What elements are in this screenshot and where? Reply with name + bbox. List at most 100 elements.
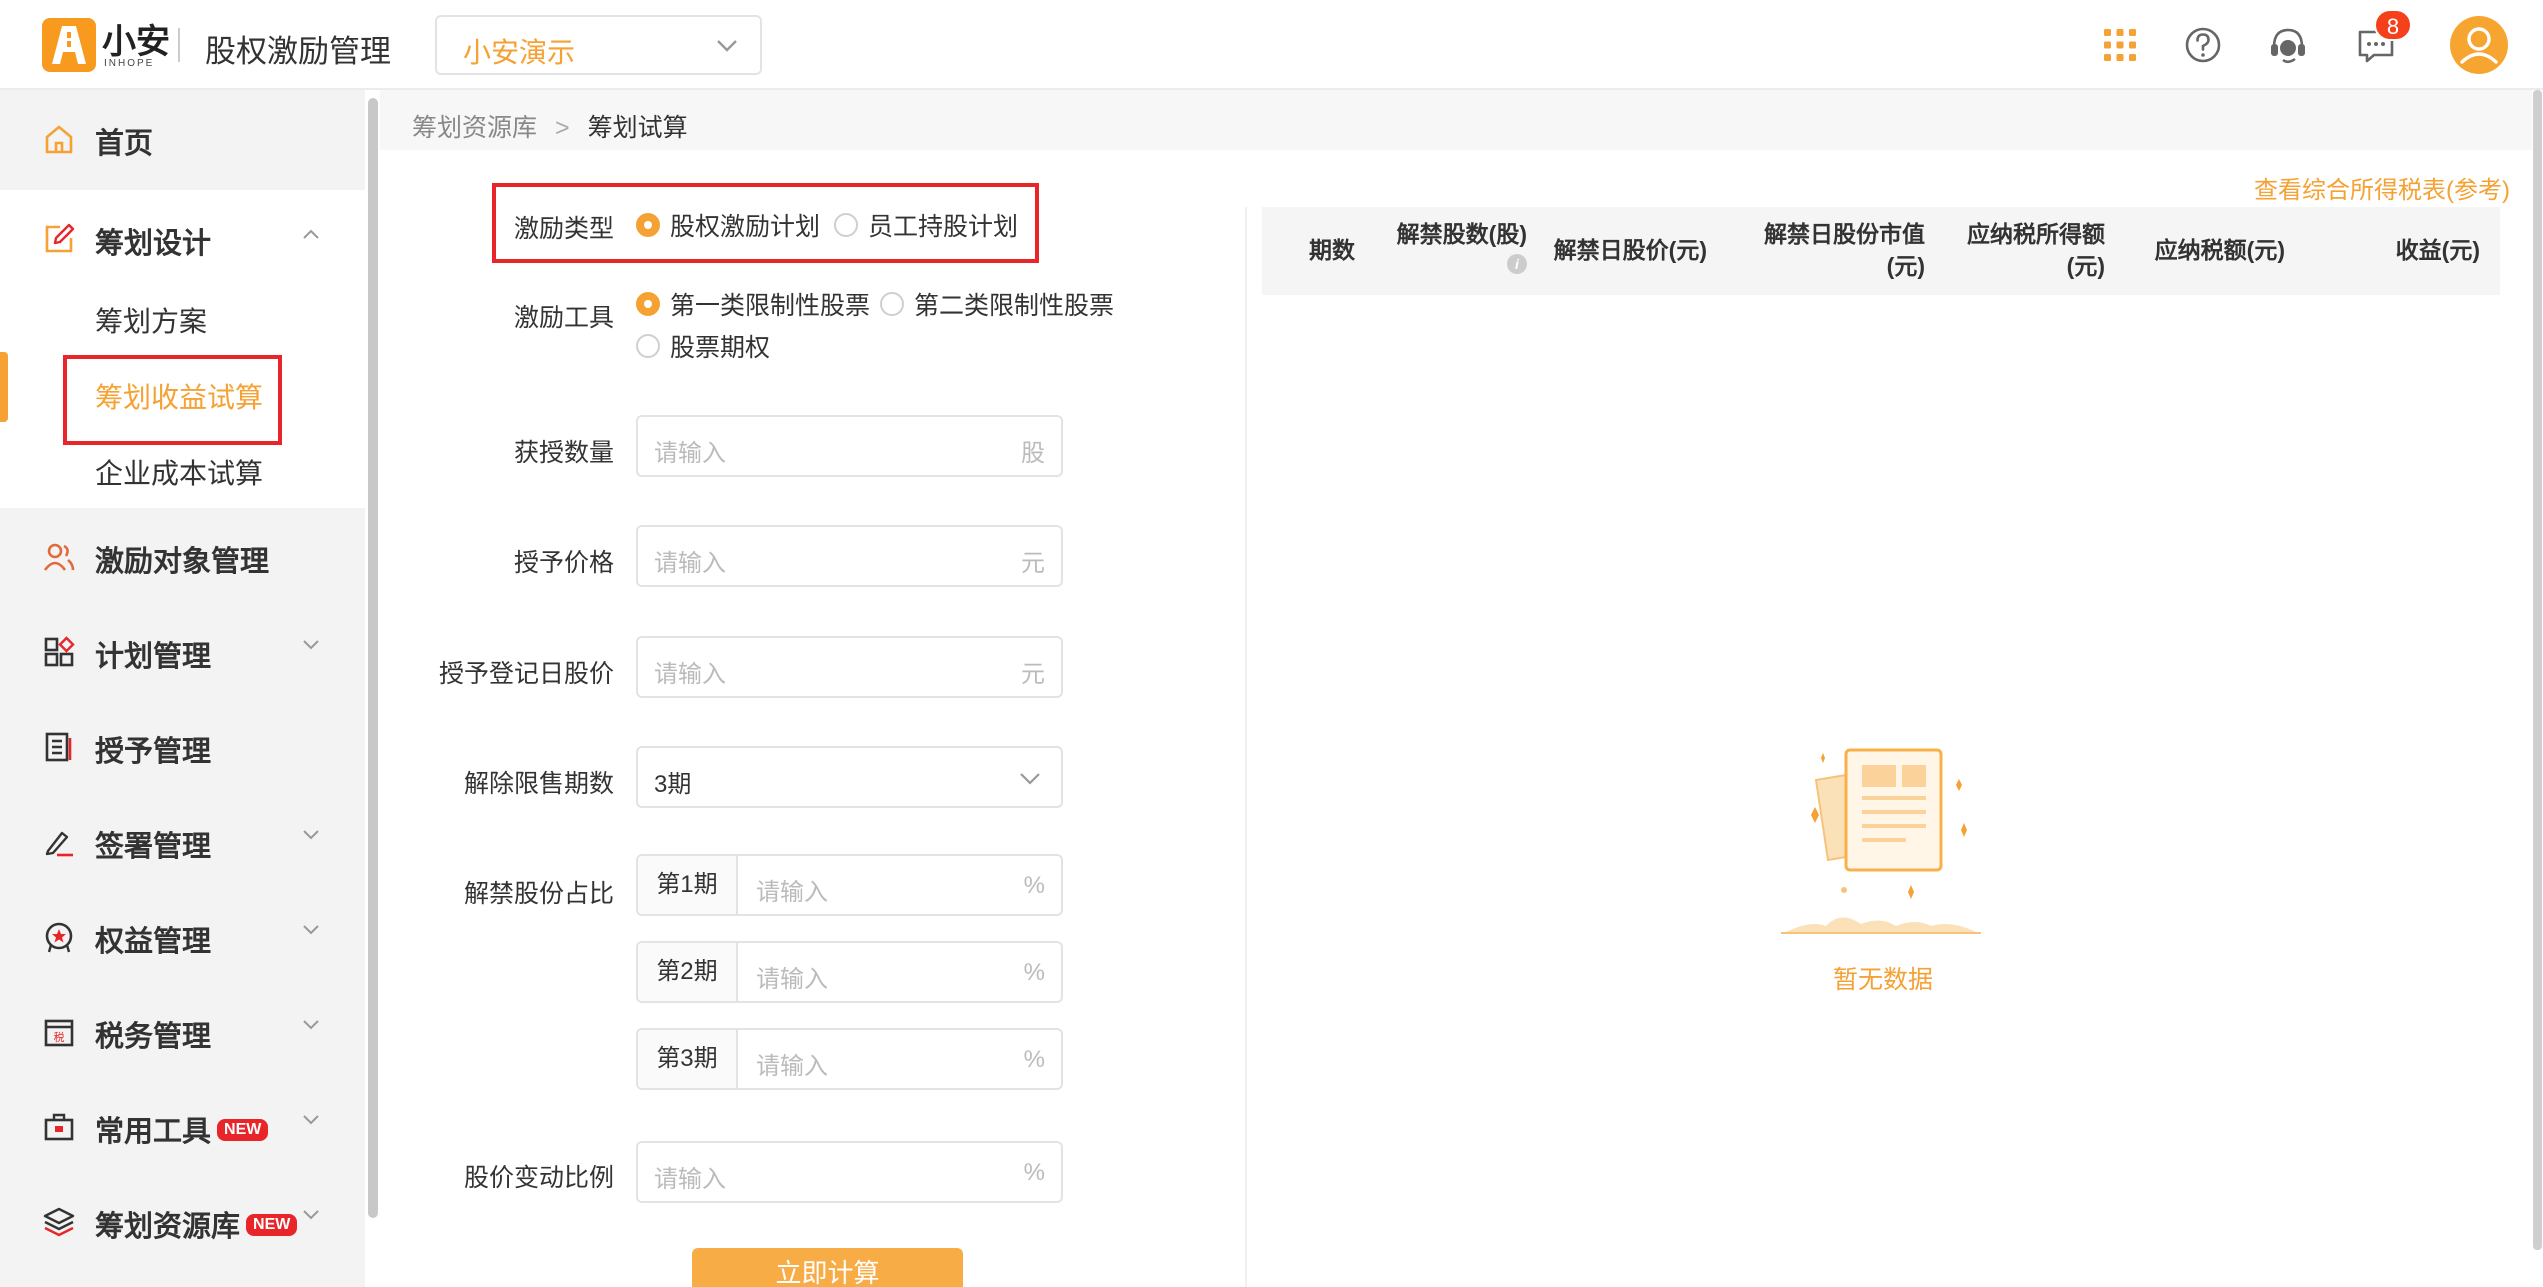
sidebar-item-label: 税务管理	[95, 1021, 212, 1053]
app-title: 股权激励管理	[205, 34, 391, 69]
sidebar-item-design[interactable]: 筹划设计	[0, 190, 365, 288]
edit-icon	[45, 223, 75, 253]
sidebar-scroll-thumb[interactable]	[368, 98, 378, 1218]
period-prefix: 第3期	[638, 1030, 738, 1088]
sidebar-item-grant[interactable]: 授予管理	[0, 702, 365, 792]
radio-checked-icon	[636, 213, 660, 237]
ratio-input-1[interactable]: 第1期 请输入 %	[636, 854, 1063, 916]
home-icon	[45, 125, 73, 154]
grid-icon	[44, 636, 75, 667]
breadcrumb-parent[interactable]: 筹划资源库	[412, 114, 537, 142]
sidebar-item-sign[interactable]: 签署管理	[0, 797, 365, 887]
sidebar-item-library[interactable]: 筹划资源库 NEW	[0, 1177, 365, 1267]
unit-label: %	[1023, 959, 1045, 986]
periods-label: 解除限售期数	[463, 770, 614, 798]
document-list-icon	[45, 732, 72, 762]
empty-state-text: 暂无数据	[1833, 966, 1934, 994]
column-header-text: 解禁股数(股)	[1396, 221, 1527, 247]
tax-table-link[interactable]: 查看综合所得税表(参考)	[2254, 170, 2510, 205]
signature-icon	[45, 831, 73, 857]
radio-label: 股票期权	[670, 334, 771, 362]
sidebar-item-label: 授予管理	[95, 736, 212, 768]
placeholder: 请输入	[654, 1166, 726, 1193]
apps-grid-icon[interactable]	[2097, 22, 2143, 68]
chevron-down-icon	[303, 830, 319, 840]
tax-icon: 税	[44, 1019, 74, 1047]
page-scrollbar[interactable]	[2532, 90, 2543, 1287]
unit-label: %	[1023, 1159, 1045, 1186]
tenant-select[interactable]: 小安演示	[435, 15, 762, 75]
column-header: 收益(元)	[2395, 237, 2480, 263]
radio-equity-plan[interactable]: 股权激励计划	[636, 207, 820, 243]
sidebar-item-tax[interactable]: 税 税务管理	[0, 987, 365, 1077]
radio-checked-icon	[636, 292, 660, 316]
change-input[interactable]: 请输入 %	[636, 1141, 1063, 1203]
new-badge: NEW	[217, 1119, 269, 1142]
radio-label: 员工持股计划	[868, 213, 1019, 241]
sidebar-item-text: 筹划资源库	[95, 1211, 241, 1243]
sidebar-item-home[interactable]: 首页	[0, 94, 365, 184]
chevron-down-icon	[303, 1020, 319, 1030]
page-scroll-thumb[interactable]	[2533, 90, 2542, 1250]
active-indicator	[0, 352, 8, 422]
price-input[interactable]: 请输入 元	[636, 525, 1063, 587]
top-header: 小安 INHOPE 股权激励管理 小安演示 8	[0, 0, 2543, 90]
tenant-select-value: 小安演示	[463, 37, 576, 68]
unit-label: %	[1023, 1046, 1045, 1073]
chevron-up-icon	[303, 229, 319, 239]
radio-restricted-stock-2[interactable]: 第二类限制性股票	[880, 286, 1114, 322]
sidebar-subitem-plans[interactable]: 筹划方案	[95, 300, 207, 340]
breadcrumb-separator-icon: >	[555, 114, 570, 142]
sidebar-subitem-cost-calc[interactable]: 企业成本试算	[95, 452, 263, 492]
radio-restricted-stock-1[interactable]: 第一类限制性股票	[636, 286, 870, 322]
unit-label: 股	[1021, 440, 1045, 467]
calculate-button[interactable]: 立即计算	[692, 1248, 963, 1287]
sidebar-item-tools[interactable]: 常用工具 NEW	[0, 1082, 365, 1172]
highlight-box-menu	[63, 355, 282, 445]
regprice-input[interactable]: 请输入 元	[636, 636, 1063, 698]
radio-esop-plan[interactable]: 员工持股计划	[834, 207, 1018, 243]
unit-label: 元	[1021, 661, 1045, 688]
column-header-text: (元)	[1886, 253, 1925, 279]
radio-unchecked-icon	[880, 292, 904, 316]
sidebar-item-equity[interactable]: 权益管理	[0, 892, 365, 982]
sidebar-scrollbar[interactable]	[366, 90, 380, 1287]
period-prefix: 第1期	[638, 856, 738, 914]
sidebar-item-label: 签署管理	[95, 831, 212, 863]
qty-input[interactable]: 请输入 股	[636, 415, 1063, 477]
help-icon[interactable]	[2180, 22, 2226, 68]
empty-state-icon	[1781, 748, 1981, 934]
price-label: 授予价格	[513, 549, 614, 577]
placeholder: 请输入	[756, 879, 828, 906]
radio-stock-option[interactable]: 股票期权	[636, 328, 770, 364]
radio-unchecked-icon	[636, 334, 660, 358]
periods-select[interactable]: 3期	[636, 746, 1063, 808]
period-prefix: 第2期	[638, 943, 738, 1001]
column-header-text: (元)	[2066, 253, 2105, 279]
support-icon[interactable]	[2265, 22, 2311, 68]
qty-label: 获授数量	[513, 439, 614, 467]
sidebar-item-label: 权益管理	[95, 926, 212, 958]
toolbox-icon	[44, 1113, 74, 1141]
new-badge: NEW	[246, 1214, 298, 1237]
sidebar-item-label: 常用工具 NEW	[95, 1108, 269, 1150]
placeholder: 请输入	[756, 966, 828, 993]
avatar[interactable]	[2450, 16, 2508, 74]
info-icon[interactable]: i	[1507, 254, 1527, 274]
ratio-input-3[interactable]: 第3期 请输入 %	[636, 1028, 1063, 1090]
panel-divider	[1245, 207, 1247, 1287]
ratio-input-2[interactable]: 第2期 请输入 %	[636, 941, 1063, 1003]
column-header: 期数	[1309, 237, 1355, 263]
sidebar-item-plan[interactable]: 计划管理	[0, 607, 365, 697]
badge-icon	[45, 922, 73, 953]
chevron-down-icon	[303, 925, 319, 935]
users-icon	[43, 543, 75, 571]
select-value: 3期	[654, 771, 692, 798]
placeholder: 请输入	[654, 440, 726, 467]
sidebar-item-text: 常用工具	[95, 1116, 212, 1148]
chevron-down-icon	[303, 1115, 319, 1125]
column-header: 解禁日股份市值 (元)	[1720, 218, 1925, 282]
column-header: 应纳税额(元)	[2154, 237, 2285, 263]
breadcrumb: 筹划资源库 > 筹划试算	[412, 108, 688, 144]
sidebar-item-targets[interactable]: 激励对象管理	[0, 512, 365, 602]
